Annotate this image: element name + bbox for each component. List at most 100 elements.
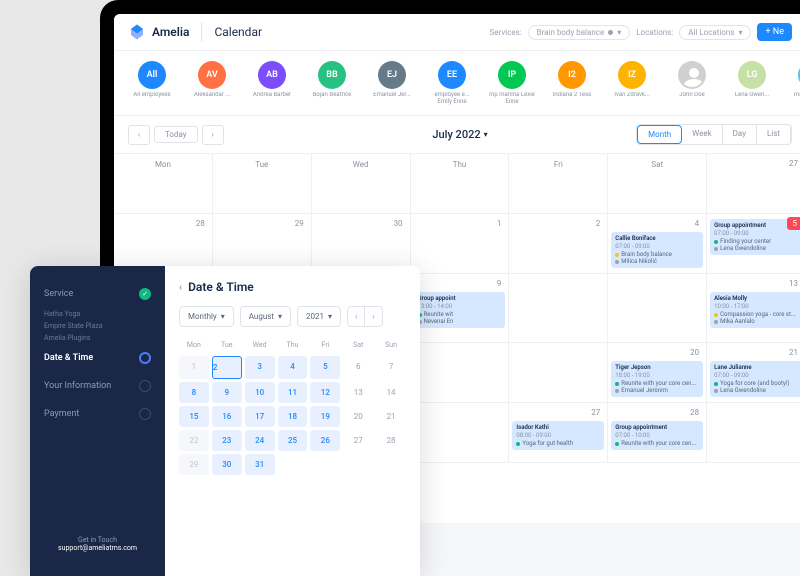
employee-filter[interactable]: EJEmanuel Jer...	[368, 61, 416, 105]
mini-day[interactable]: 10	[245, 382, 275, 403]
contact-footer: Get in Touchsupport@ameliatms.com	[30, 526, 165, 562]
day-cell[interactable]: 21Lane Julianne07:00 - 09:00Yoga for cor…	[707, 343, 800, 403]
calendar-event[interactable]: Group appointment07:00 - 10:00Reunite wi…	[611, 421, 703, 450]
mini-day[interactable]: 2	[212, 356, 242, 379]
calendar-event[interactable]: Tiger Jepson18:00 - 19:00Reunite with yo…	[611, 361, 703, 397]
employee-filter[interactable]: BBBojan Beatrice	[308, 61, 356, 105]
mini-day[interactable]: 8	[179, 382, 209, 403]
employee-filter[interactable]: LGLena Gwen...	[728, 61, 776, 105]
calendar-event[interactable]: Group appoint13:00 - 14:00Reunite witNev…	[414, 292, 506, 328]
employee-filter[interactable]: I2 Indiana 2 Tess	[548, 61, 596, 105]
mini-day[interactable]: 7	[376, 356, 406, 379]
day-cell[interactable]: 9 Group appoint13:00 - 14:00Reunite witNe…	[411, 274, 510, 343]
mini-day[interactable]: 25	[278, 430, 308, 451]
mini-day[interactable]: 30	[212, 454, 242, 475]
employee-name: Indiana 2 Tess	[553, 92, 592, 99]
employee-filter[interactable]: AVAleksandar ...	[188, 61, 236, 105]
mini-day[interactable]: 14	[376, 382, 406, 403]
booking-step-service[interactable]: Service✓	[30, 280, 165, 308]
next-button[interactable]: ›	[202, 125, 224, 145]
mini-day[interactable]: 24	[245, 430, 275, 451]
current-step-icon	[139, 352, 151, 364]
mini-day[interactable]: 18	[278, 406, 308, 427]
day-cell[interactable]: 5Group appointment07:00 - 09:00Finding y…	[707, 214, 800, 274]
services-filter[interactable]: Brain body balance▾	[528, 25, 631, 40]
date-picker-grid: MonTueWedThuFriSatSun1234567891011121314…	[179, 337, 406, 475]
booking-step-payment[interactable]: Payment	[30, 400, 165, 428]
calendar-event[interactable]: Alesia Molly10:00 - 17:00Compassion yoga…	[710, 292, 800, 328]
mini-day[interactable]: 15	[179, 406, 209, 427]
day-cell[interactable]	[707, 403, 800, 463]
mini-day[interactable]: 1	[179, 356, 209, 379]
employee-filter[interactable]: IZIvan Zdravk...	[608, 61, 656, 105]
mini-day[interactable]: 5	[310, 356, 340, 379]
day-cell[interactable]: 27	[707, 154, 800, 214]
day-cell[interactable]: 20Tiger Jepson18:00 - 19:00Reunite with …	[608, 343, 707, 403]
mini-day[interactable]: 13	[343, 382, 373, 403]
day-cell[interactable]	[411, 403, 510, 463]
view-list[interactable]: List	[757, 125, 791, 144]
year-select[interactable]: 2021▾	[297, 306, 341, 327]
mini-day[interactable]: 26	[310, 430, 340, 451]
current-month-label[interactable]: July 2022▾	[432, 128, 487, 141]
view-week[interactable]: Week	[682, 125, 723, 144]
mini-day[interactable]: 28	[376, 430, 406, 451]
today-button[interactable]: Today	[154, 126, 198, 143]
employee-filter-row: AllAll employees AVAleksandar ... ABAndrea…	[114, 51, 800, 115]
mini-day[interactable]: 3	[245, 356, 275, 379]
mini-day-header: Tue	[212, 337, 242, 353]
mini-day[interactable]: 19	[310, 406, 340, 427]
avatar: I2	[558, 61, 586, 89]
day-number: 29	[216, 217, 308, 230]
view-day[interactable]: Day	[723, 125, 757, 144]
mini-day[interactable]: 22	[179, 430, 209, 451]
mini-prev[interactable]: ‹	[348, 307, 365, 326]
locations-filter[interactable]: All Locations▾	[679, 25, 751, 40]
calendar-event[interactable]: Isador Kathi08:00 - 09:00Yoga for gut he…	[512, 421, 604, 450]
mini-day[interactable]: 29	[179, 454, 209, 475]
day-cell[interactable]	[411, 343, 510, 403]
day-cell[interactable]: 28Group appointment07:00 - 10:00Reunite …	[608, 403, 707, 463]
employee-filter[interactable]: John Doe	[668, 61, 716, 105]
day-number: 9	[414, 277, 506, 290]
mini-day[interactable]: 9	[212, 382, 242, 403]
period-select[interactable]: Monthly▾	[179, 306, 234, 327]
calendar-event[interactable]: Lane Julianne07:00 - 09:00Yoga for core …	[710, 361, 800, 397]
employee-filter[interactable]: EEemployee e... Emily Enne	[428, 61, 476, 105]
employee-filter[interactable]: M3marija 3 Miko Sober	[788, 61, 800, 105]
booking-step-date-time[interactable]: Date & Time	[30, 344, 165, 372]
mini-day[interactable]: 6	[343, 356, 373, 379]
mini-day[interactable]: 16	[212, 406, 242, 427]
day-cell[interactable]: 27Isador Kathi08:00 - 09:00Yoga for gut …	[509, 403, 608, 463]
mini-day[interactable]: 4	[278, 356, 308, 379]
mini-next[interactable]: ›	[365, 307, 381, 326]
mini-day[interactable]: 23	[212, 430, 242, 451]
mini-day[interactable]: 12	[310, 382, 340, 403]
day-cell[interactable]: 13Alesia Molly10:00 - 17:00Compassion yo…	[707, 274, 800, 343]
day-cell[interactable]	[608, 274, 707, 343]
mini-day[interactable]: 20	[343, 406, 373, 427]
mini-day[interactable]: 27	[343, 430, 373, 451]
calendar-event[interactable]: Callie Boniface07:00 - 09:00Brain body b…	[611, 232, 703, 268]
brand-logo-icon	[128, 23, 146, 41]
mini-day[interactable]: 17	[245, 406, 275, 427]
day-cell[interactable]: 4Callie Boniface07:00 - 09:00Brain body …	[608, 214, 707, 274]
booking-step-your-information[interactable]: Your Information	[30, 372, 165, 400]
day-cell[interactable]: 1	[411, 214, 510, 274]
mini-day[interactable]: 31	[245, 454, 275, 475]
month-select[interactable]: August▾	[240, 306, 291, 327]
day-cell[interactable]	[509, 343, 608, 403]
mini-day[interactable]: 11	[278, 382, 308, 403]
booking-steps-sidebar: Service✓Hatha YogaEmpire State PlazaAmel…	[30, 266, 165, 576]
avatar: IZ	[618, 61, 646, 89]
employee-filter[interactable]: AllAll employees	[128, 61, 176, 105]
back-icon[interactable]: ‹	[179, 282, 182, 293]
prev-button[interactable]: ‹	[128, 125, 150, 145]
mini-day[interactable]: 21	[376, 406, 406, 427]
employee-filter[interactable]: ABAndrea Barber	[248, 61, 296, 105]
view-month[interactable]: Month	[637, 125, 682, 144]
new-button[interactable]: + Ne	[757, 23, 792, 41]
employee-filter[interactable]: IPmp marilna Lexie Enne	[488, 61, 536, 105]
day-cell[interactable]	[509, 274, 608, 343]
day-cell[interactable]: 2	[509, 214, 608, 274]
